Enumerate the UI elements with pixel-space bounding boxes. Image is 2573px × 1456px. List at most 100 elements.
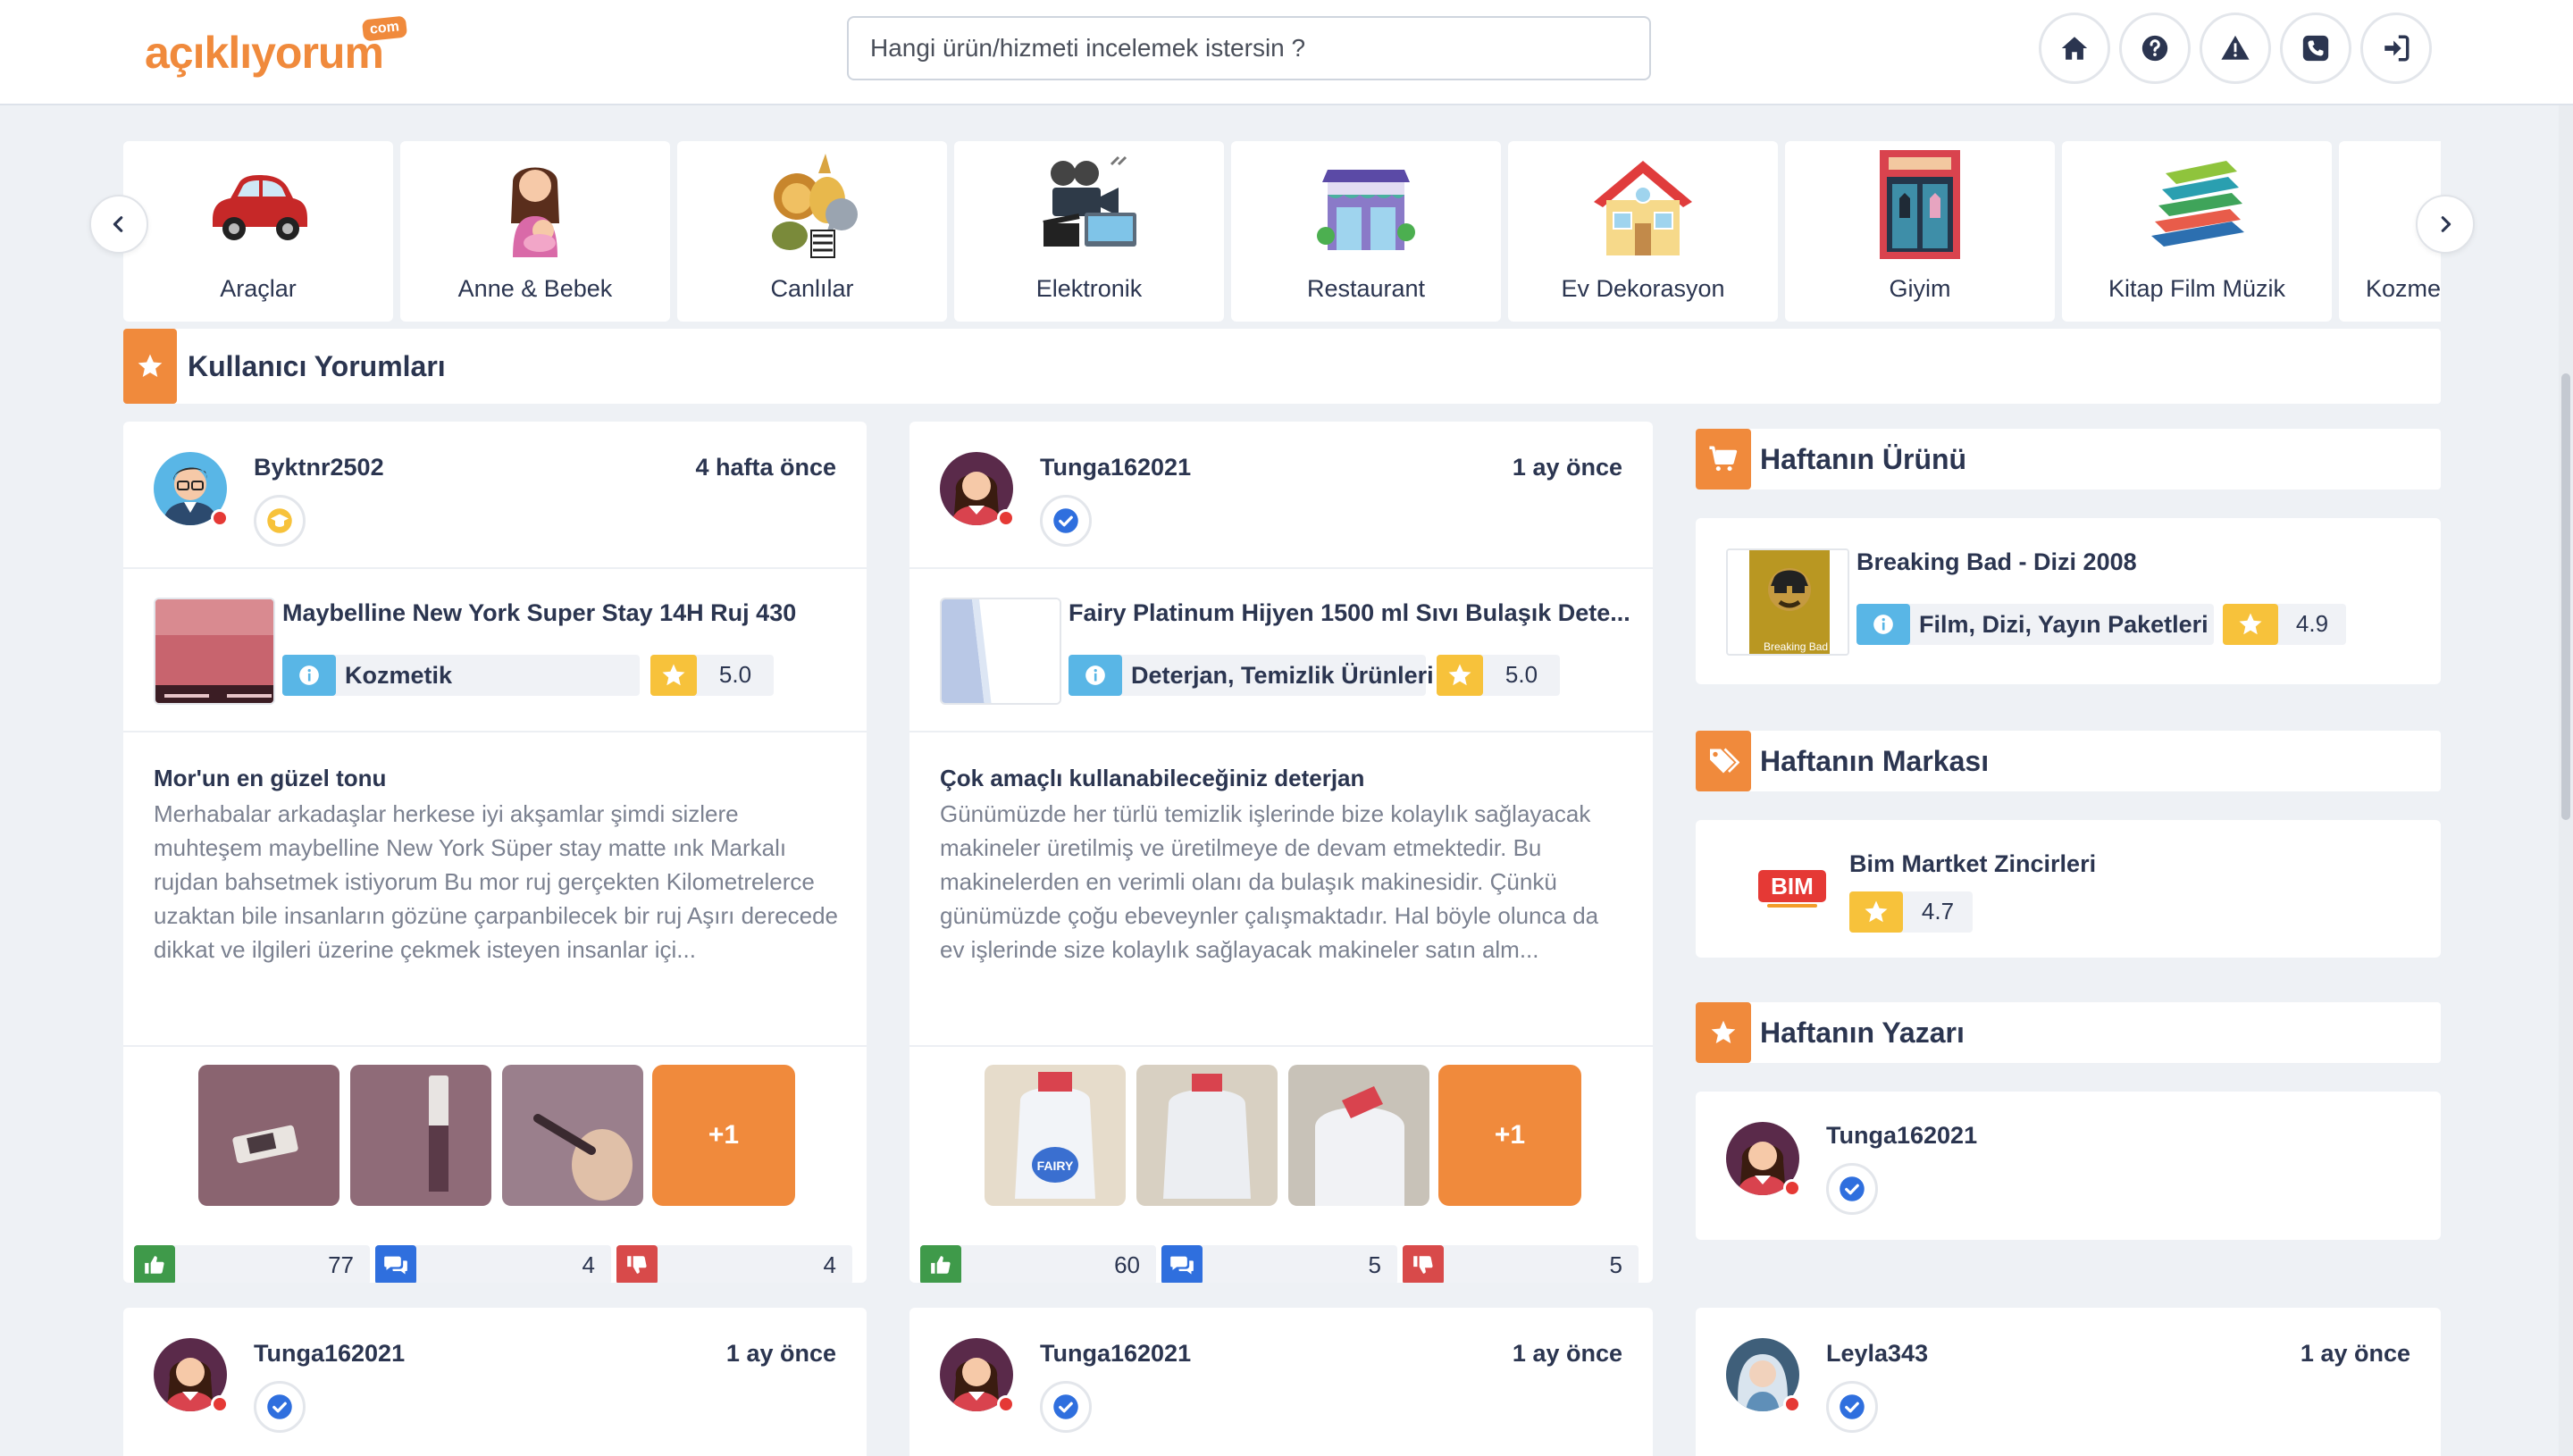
star-icon <box>138 354 163 377</box>
login-button[interactable] <box>2360 13 2432 84</box>
category-label: Ev Dekorasyon <box>1561 275 1725 302</box>
category-giyim[interactable]: Giyim <box>1785 141 2055 322</box>
product-category-chip[interactable]: Deterjan, Temizlik Ürünleri <box>1069 655 1434 696</box>
rating-value: 5.0 <box>1504 661 1538 688</box>
review-image[interactable] <box>502 1065 643 1206</box>
review-image[interactable] <box>1136 1065 1278 1206</box>
comments-icon <box>384 1256 407 1275</box>
dislike-count: 4 <box>823 1251 836 1278</box>
category-canlilar[interactable]: Canlılar <box>677 141 947 322</box>
more-images-button[interactable]: +1 <box>652 1065 795 1206</box>
review-product[interactable]: Fairy Platinum Hijyen 1500 ml Sıvı Bulaş… <box>909 569 1653 732</box>
username[interactable]: Tunga162021 <box>1040 1340 1191 1368</box>
more-images-button[interactable]: +1 <box>1438 1065 1581 1206</box>
review-product[interactable]: Maybelline New York Super Stay 14H Ruj 4… <box>123 569 867 732</box>
home-button[interactable] <box>2039 13 2110 84</box>
carousel-prev-button[interactable] <box>89 195 148 254</box>
product-category-chip[interactable]: Film, Dizi, Yayın Paketleri <box>1856 604 2214 645</box>
thumbs-up-badge <box>134 1245 175 1283</box>
review-card[interactable]: Tunga162021 1 ay önce <box>909 1308 1653 1456</box>
graduate-badge-icon <box>267 508 292 533</box>
category-label: Elektronik <box>1035 275 1143 302</box>
search-input[interactable] <box>847 16 1651 80</box>
review-title[interactable]: Mor'un en güzel tonu <box>154 765 386 792</box>
product-name[interactable]: Breaking Bad - Dizi 2008 <box>1856 548 2137 576</box>
review-title[interactable]: Çok amaçlı kullanabileceğiniz deterjan <box>940 765 1364 792</box>
category-araclar[interactable]: Araçlar <box>123 141 393 322</box>
info-badge <box>1856 604 1910 645</box>
help-button[interactable] <box>2119 13 2191 84</box>
info-badge <box>282 655 336 696</box>
thumbs-down-badge <box>1403 1245 1444 1283</box>
detergent-photo <box>1136 1065 1278 1206</box>
page-scrollbar[interactable] <box>2559 105 2573 1456</box>
product-category-chip[interactable]: Kozmetik <box>282 655 640 696</box>
report-button[interactable] <box>2200 13 2271 84</box>
house-icon <box>1594 161 1692 255</box>
star-badge <box>123 329 177 404</box>
writer-name[interactable]: Tunga162021 <box>1826 1122 1977 1150</box>
review-card[interactable]: Tunga162021 1 ay önce <box>123 1308 867 1456</box>
online-status-dot <box>1783 1179 1801 1197</box>
dislike-button[interactable]: 4 <box>616 1245 852 1283</box>
username[interactable]: Tunga162021 <box>1040 454 1191 481</box>
phone-icon <box>2302 35 2329 62</box>
breaking-bad-poster: Breaking Bad <box>1728 550 1848 654</box>
category-label: Araçlar <box>220 275 297 302</box>
carousel-next-button[interactable] <box>2416 195 2475 254</box>
category-restaurant[interactable]: Restaurant <box>1231 141 1501 322</box>
thumbs-up-icon <box>145 1256 164 1274</box>
product-of-week-card[interactable]: Breaking Bad Breaking Bad - Dizi 2008 Fi… <box>1696 518 2441 684</box>
contact-button[interactable] <box>2280 13 2351 84</box>
comment-count: 5 <box>1368 1251 1381 1278</box>
review-image[interactable] <box>198 1065 339 1206</box>
username[interactable]: Leyla343 <box>1826 1340 1928 1368</box>
review-time: 1 ay önce <box>1512 1340 1622 1367</box>
comments-badge <box>1161 1245 1203 1283</box>
brand-name[interactable]: Bim Martket Zincirleri <box>1849 850 2096 878</box>
product-rating: 5.0 <box>650 655 774 696</box>
verified-badge <box>1826 1381 1878 1433</box>
books-icon <box>2151 161 2244 247</box>
product-name[interactable]: Fairy Platinum Hijyen 1500 ml Sıvı Bulaş… <box>1069 599 1630 627</box>
brand-logo[interactable]: BIM <box>1758 870 1826 911</box>
verified-icon <box>1840 1394 1865 1419</box>
logo-text: açıklıyorum <box>145 28 384 78</box>
review-card[interactable]: Tunga162021 1 ay önce Fairy Platinum Hij… <box>909 422 1653 1283</box>
review-image[interactable]: FAIRY <box>985 1065 1126 1206</box>
category-anne-bebek[interactable]: Anne & Bebek <box>400 141 670 322</box>
brand-of-week-card[interactable]: BIM Bim Martket Zincirleri 4.7 <box>1696 820 2441 958</box>
comment-button[interactable]: 4 <box>375 1245 611 1283</box>
review-card[interactable]: Leyla343 1 ay önce <box>1696 1308 2441 1456</box>
lipstick-photo <box>350 1065 491 1206</box>
writer-of-week-card[interactable]: Tunga162021 <box>1696 1092 2441 1240</box>
category-elektronik[interactable]: Elektronik <box>954 141 1224 322</box>
product-poster[interactable]: Breaking Bad <box>1726 548 1849 656</box>
product-thumbnail[interactable] <box>940 598 1061 705</box>
verified-icon <box>1053 1394 1078 1419</box>
category-kitap-film-muzik[interactable]: Kitap Film Müzik <box>2062 141 2332 322</box>
category-label: Kozmetik <box>2366 275 2441 302</box>
svg-text:FAIRY: FAIRY <box>1037 1159 1074 1173</box>
cart-icon <box>1709 446 1738 472</box>
username[interactable]: Byktnr2502 <box>254 454 384 481</box>
like-button[interactable]: 60 <box>920 1245 1156 1283</box>
scrollbar-thumb[interactable] <box>2561 373 2570 820</box>
username[interactable]: Tunga162021 <box>254 1340 405 1368</box>
review-card[interactable]: Byktnr2502 4 hafta önce Maybelline New Y… <box>123 422 867 1283</box>
review-image[interactable] <box>350 1065 491 1206</box>
chevron-left-icon <box>113 216 123 232</box>
like-button[interactable]: 77 <box>134 1245 370 1283</box>
dislike-button[interactable]: 5 <box>1403 1245 1639 1283</box>
category-name: Kozmetik <box>345 662 453 689</box>
category-ev-dekorasyon[interactable]: Ev Dekorasyon <box>1508 141 1778 322</box>
verified-badge <box>1040 495 1092 547</box>
product-name[interactable]: Maybelline New York Super Stay 14H Ruj 4… <box>282 599 796 627</box>
review-excerpt: Merhabalar arkadaşlar herkese iyi akşaml… <box>154 800 839 963</box>
product-thumbnail[interactable] <box>154 598 275 705</box>
info-icon <box>1873 615 1893 634</box>
review-images: +1 <box>123 1045 867 1206</box>
car-icon <box>213 175 307 240</box>
comment-button[interactable]: 5 <box>1161 1245 1397 1283</box>
review-image[interactable] <box>1288 1065 1429 1206</box>
